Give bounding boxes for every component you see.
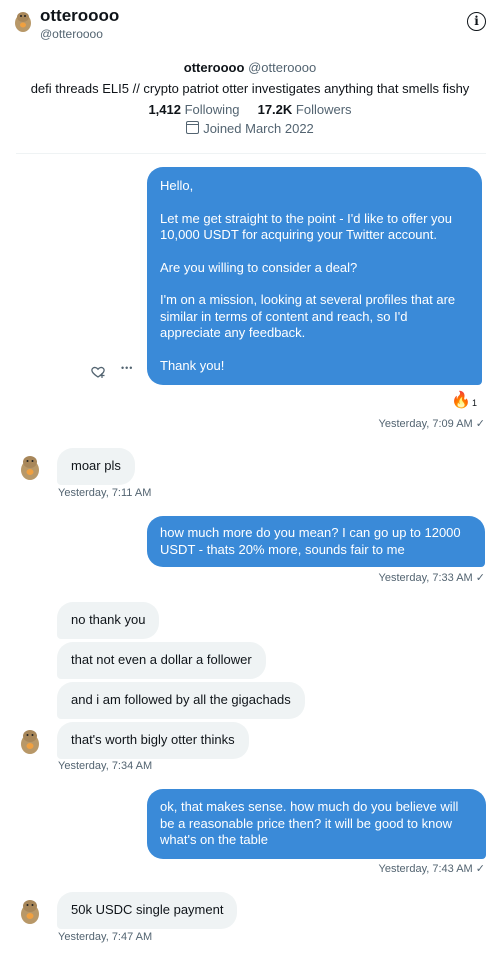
message-text: ok, that makes sense. how much do you be… xyxy=(160,799,459,847)
profile-stats: 1,412 Following 17.2K Followers xyxy=(0,102,500,117)
reaction-count: 1 xyxy=(472,398,478,408)
message-timestamp: Yesterday, 7:43 AM ✓ xyxy=(379,862,485,875)
following-label: Following xyxy=(184,102,240,117)
message-bubble-incoming[interactable]: that not even a dollar a follower xyxy=(57,642,266,679)
more-options-icon[interactable]: ••• xyxy=(121,363,133,373)
sent-check-icon: ✓ xyxy=(475,418,485,430)
message-paragraph: Hello, xyxy=(160,178,194,193)
timestamp-text: Yesterday, 7:09 AM xyxy=(378,418,473,430)
message-paragraph: I'm on a mission, looking at several pro… xyxy=(160,292,456,340)
profile-bio: defi threads ELI5 // crypto patriot otte… xyxy=(30,81,470,96)
message-text: how much more do you mean? I can go up t… xyxy=(160,525,461,557)
profile-name: otteroooo xyxy=(183,60,245,75)
message-text: that not even a dollar a follower xyxy=(71,652,252,667)
conversation-handle: @otteroooo xyxy=(40,27,103,41)
sent-check-icon: ✓ xyxy=(475,863,485,875)
message-text: 50k USDC single payment xyxy=(71,902,224,917)
followers-label: Followers xyxy=(295,102,352,117)
fire-reaction-icon[interactable]: 🔥 xyxy=(451,390,471,410)
divider xyxy=(16,153,486,154)
message-timestamp: Yesterday, 7:11 AM xyxy=(58,487,152,499)
sent-check-icon: ✓ xyxy=(475,572,485,584)
followers-count: 17.2K xyxy=(257,102,293,117)
message-text: no thank you xyxy=(71,612,146,627)
message-text: that's worth bigly otter thinks xyxy=(71,732,235,747)
message-bubble-outgoing[interactable]: Hello, Let me get straight to the point … xyxy=(147,167,482,385)
joined-row: Joined March 2022 xyxy=(0,121,500,136)
joined-date: Joined March 2022 xyxy=(203,121,314,136)
message-bubble-incoming[interactable]: no thank you xyxy=(57,602,160,639)
header-avatar[interactable] xyxy=(10,8,36,34)
message-bubble-incoming[interactable]: and i am followed by all the gigachads xyxy=(57,682,305,719)
message-paragraph: Thank you! xyxy=(160,357,225,373)
message-bubble-outgoing[interactable]: how much more do you mean? I can go up t… xyxy=(147,516,485,567)
message-paragraph: Are you willing to consider a deal? xyxy=(160,259,358,275)
message-text: moar pls xyxy=(71,458,121,473)
message-bubble-incoming[interactable]: that's worth bigly otter thinks xyxy=(57,722,249,759)
sender-avatar[interactable] xyxy=(17,897,43,925)
message-timestamp: Yesterday, 7:34 AM xyxy=(58,760,153,772)
timestamp-text: Yesterday, 7:43 AM xyxy=(378,863,473,875)
message-bubble-outgoing[interactable]: ok, that makes sense. how much do you be… xyxy=(147,789,486,859)
conversation-title: otteroooo xyxy=(40,6,120,25)
sender-avatar[interactable] xyxy=(17,453,43,481)
calendar-icon xyxy=(186,121,200,134)
timestamp-text: Yesterday, 7:33 AM xyxy=(378,572,473,584)
message-bubble-incoming[interactable]: 50k USDC single payment xyxy=(57,892,238,929)
message-bubble-incoming[interactable]: moar pls xyxy=(57,448,135,485)
message-timestamp: Yesterday, 7:47 AM xyxy=(58,931,153,943)
profile-name-row[interactable]: otteroooo @otteroooo xyxy=(0,60,500,75)
profile-handle: @otteroooo xyxy=(248,60,317,75)
message-text: and i am followed by all the gigachads xyxy=(71,692,291,707)
message-timestamp: Yesterday, 7:33 AM ✓ xyxy=(379,571,485,584)
following-count: 1,412 xyxy=(148,102,181,117)
message-paragraph: Let me get straight to the point - I'd l… xyxy=(160,210,453,243)
info-icon[interactable]: i xyxy=(467,12,486,31)
react-heart-icon[interactable] xyxy=(90,364,106,380)
message-timestamp: Yesterday, 7:09 AM ✓ xyxy=(379,417,485,430)
sender-avatar[interactable] xyxy=(17,727,43,755)
